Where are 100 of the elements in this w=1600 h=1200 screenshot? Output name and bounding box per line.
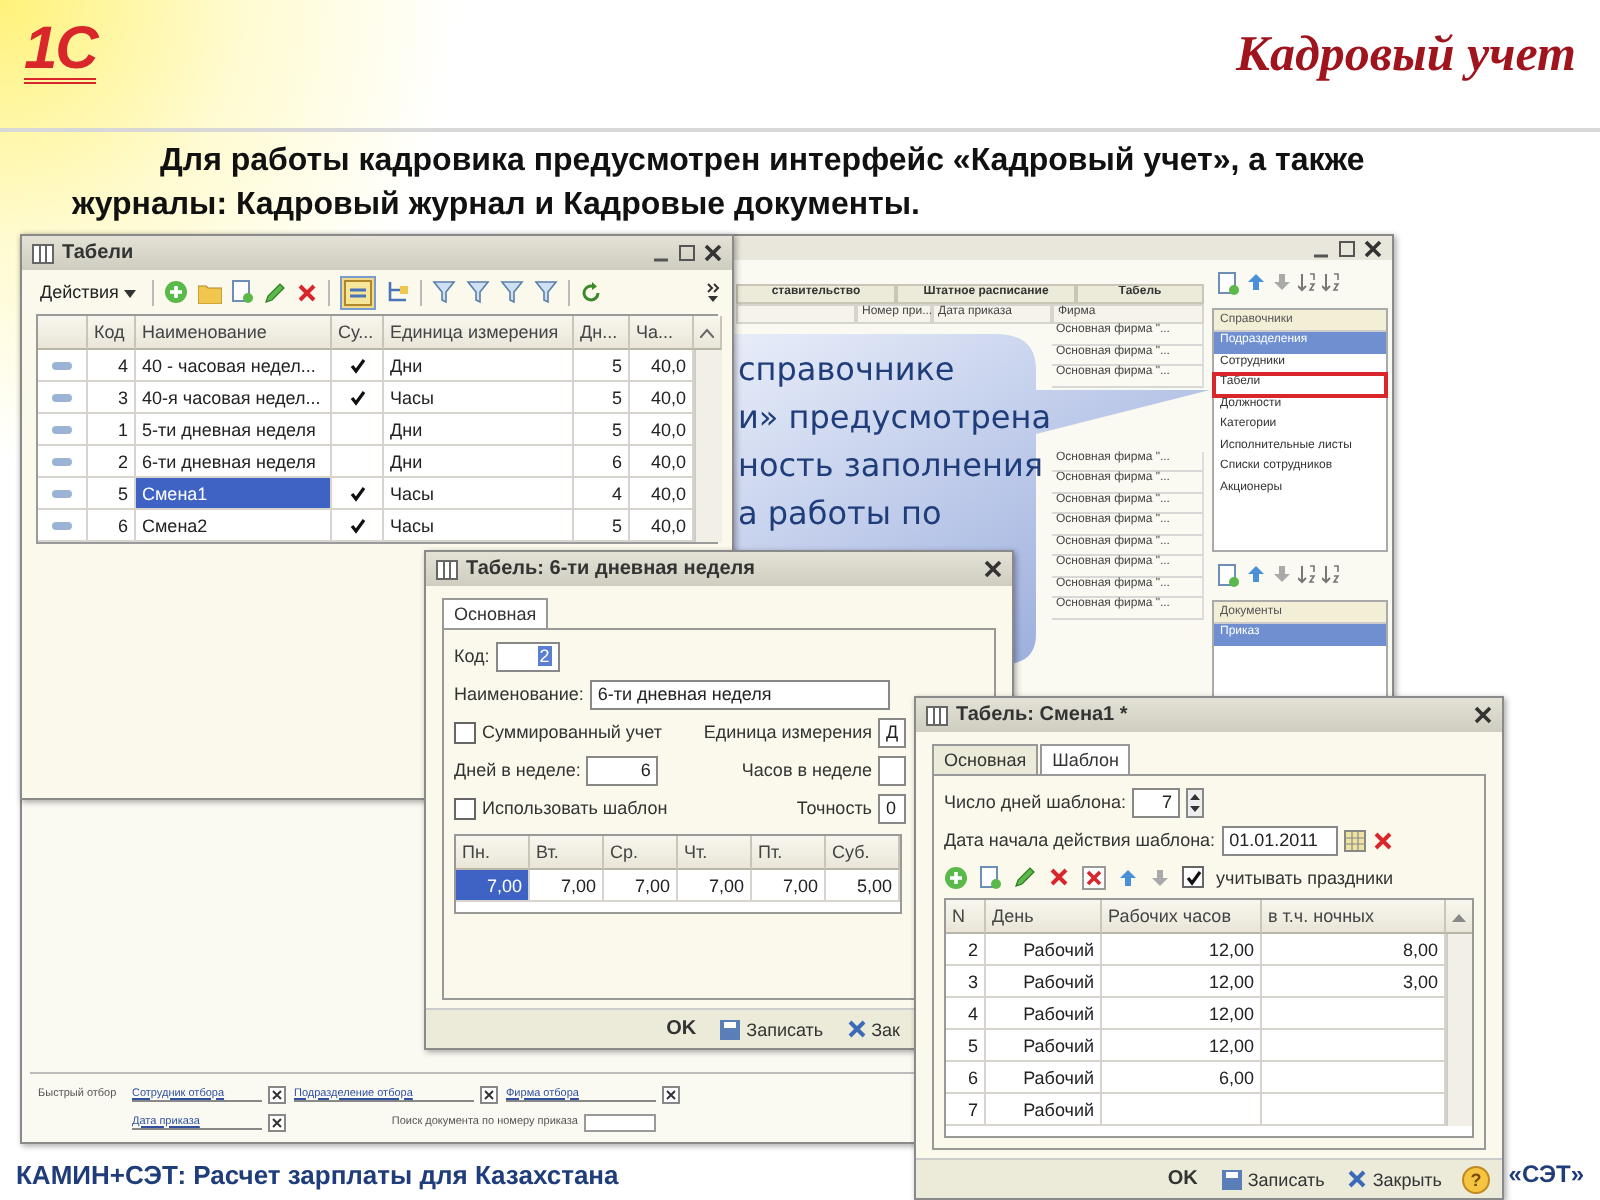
copy-icon[interactable] [1218,564,1240,588]
filter-icon[interactable] [431,280,456,304]
column-header: N [946,900,986,934]
checkbox[interactable] [454,797,476,819]
column-header: Пт. [752,836,826,870]
hierarchy-icon[interactable] [385,280,410,304]
hours-field[interactable] [878,755,906,785]
ok-button[interactable]: OK [662,1016,701,1042]
delete-icon[interactable] [1048,866,1070,888]
delete-icon[interactable] [1371,829,1394,851]
column-header[interactable]: Дн... [574,316,630,350]
table-cell[interactable]: 7,00 [530,870,604,902]
table-cell[interactable]: 40 - часовая недел... [136,350,332,382]
days-field[interactable]: 6 [586,755,659,785]
clear-icon[interactable] [268,1085,286,1103]
table-cell: Рабочий [986,1030,1102,1062]
table-cell[interactable]: 5,00 [826,870,900,902]
window-icon [436,559,458,579]
table-cell[interactable]: 40-я часовая недел... [136,382,332,414]
table-cell[interactable]: 7,00 [604,870,678,902]
copy-icon[interactable] [231,280,254,304]
copy-icon[interactable] [980,865,1002,889]
column-header[interactable]: Код [88,316,136,350]
column-header[interactable]: Наименование [136,316,332,350]
scrollbar[interactable] [1446,934,1472,966]
precision-field[interactable]: 0 [878,793,906,823]
spinner-icon[interactable] [1185,787,1204,817]
sort-icon[interactable] [1322,272,1340,292]
search-field[interactable] [584,1113,656,1131]
filter-icon[interactable] [533,280,558,304]
table-cell[interactable]: 7,00 [678,870,752,902]
arrow-up-icon[interactable] [1246,272,1266,292]
add-icon[interactable] [163,280,188,304]
scrollbar[interactable] [694,510,722,542]
table-cell[interactable]: 5-ти дневная неделя [136,414,332,446]
table-cell: Рабочий [986,998,1102,1030]
close-icon[interactable] [1474,706,1492,724]
date-field[interactable]: 01.01.2011 [1221,825,1338,855]
delete-mark-icon[interactable] [1082,865,1106,889]
actions-menu[interactable]: Действия [34,282,142,302]
calendar-icon[interactable] [1343,829,1366,851]
sort-icon[interactable] [1298,272,1316,292]
tab[interactable]: Основная [932,744,1039,774]
arrow-up-icon[interactable] [1246,564,1266,584]
field-label: Число дней шаблона: [944,792,1126,812]
table-cell[interactable]: 7,00 [456,870,530,902]
checkbox[interactable] [1182,866,1204,888]
field-label: Код: [454,646,490,666]
pencil-icon[interactable] [263,281,286,303]
table-cell[interactable]: Смена1 [136,478,332,510]
arrow-down-icon[interactable] [1272,272,1292,292]
folder-icon[interactable] [197,281,222,303]
refresh-icon[interactable] [579,281,602,303]
scrollbar[interactable] [1446,1094,1472,1126]
column-header[interactable]: Ча... [630,316,694,350]
field-label: Часов в неделе [741,760,872,780]
add-icon[interactable] [944,865,968,889]
column-header[interactable]: Единица измерения [384,316,574,350]
table-cell: 6 [946,1062,986,1094]
name-field[interactable]: 6-ти дневная неделя [589,679,890,709]
pencil-icon[interactable] [1014,866,1036,888]
tab[interactable]: Основная [442,598,549,628]
window-icon [32,243,54,263]
table-cell[interactable]: Смена2 [136,510,332,542]
save-button[interactable]: Записать [1217,1167,1329,1191]
arrow-down-icon[interactable] [1150,867,1170,887]
save-button[interactable]: Записать [716,1017,828,1041]
arrow-down-icon[interactable] [1272,564,1292,584]
close-icon[interactable] [704,244,722,262]
tab[interactable]: Шаблон [1040,744,1131,774]
row-icon [52,361,72,369]
column-header[interactable]: Су... [332,316,384,350]
filter-icon[interactable] [465,280,490,304]
window-title: Табели [62,242,136,264]
close-icon[interactable] [1364,239,1382,257]
scroll-up-icon[interactable] [700,327,714,337]
table-cell[interactable]: 7,00 [752,870,826,902]
checkbox[interactable] [454,721,476,743]
sort-icon[interactable] [1322,564,1340,584]
sort-icon[interactable] [1298,564,1316,584]
ok-button[interactable]: OK [1163,1166,1202,1192]
filter-icon[interactable] [499,280,524,304]
more-icon[interactable] [706,282,720,302]
clear-icon[interactable] [480,1085,498,1103]
code-field[interactable]: 2 [495,641,560,671]
copy-icon[interactable] [1218,272,1240,296]
close-button[interactable]: Зак [843,1017,904,1041]
clear-icon[interactable] [662,1085,680,1103]
unit-field[interactable]: Д [878,717,906,747]
close-button[interactable]: Закрыть [1344,1167,1446,1191]
scrollbar[interactable] [694,350,722,382]
maximize-icon[interactable] [1338,239,1356,257]
help-button[interactable]: ? [1462,1165,1490,1193]
clear-icon[interactable] [268,1113,286,1131]
maximize-icon[interactable] [678,244,696,262]
delete-icon[interactable] [295,281,318,303]
close-icon[interactable] [984,560,1002,578]
arrow-up-icon[interactable] [1118,867,1138,887]
scroll-up-icon[interactable] [1452,911,1466,921]
days-field[interactable]: 7 [1131,787,1180,817]
